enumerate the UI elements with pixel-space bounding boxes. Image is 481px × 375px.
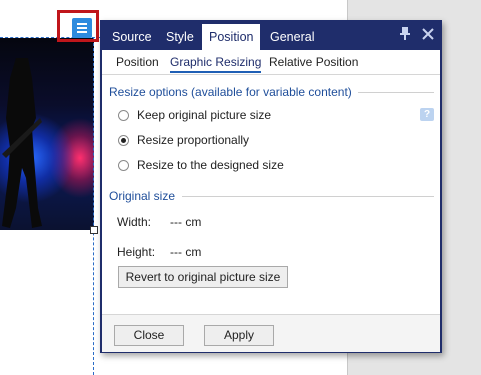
- revert-original-size-button[interactable]: Revert to original picture size: [118, 266, 288, 288]
- guitarist-silhouette: [2, 58, 42, 228]
- radio-resize-designed[interactable]: Resize to the designed size: [118, 156, 284, 174]
- resize-handle[interactable]: [90, 226, 98, 234]
- tab-position[interactable]: Position: [202, 24, 261, 50]
- original-size-title: Original size: [109, 189, 176, 203]
- concert-photo[interactable]: [0, 38, 94, 230]
- radio-button-selected[interactable]: [118, 134, 129, 146]
- radio-label: Keep original picture size: [137, 108, 272, 122]
- height-value: --- cm: [170, 245, 202, 259]
- sub-tab-bar: Position Graphic Resizing Relative Posit…: [102, 50, 440, 75]
- main-tab-bar: Source Style Position General: [102, 22, 440, 50]
- resize-options-title: Resize options (available for variable c…: [109, 85, 352, 99]
- apply-button[interactable]: Apply: [204, 325, 274, 346]
- tab-style[interactable]: Style: [159, 24, 201, 50]
- subtab-graphic-resizing[interactable]: Graphic Resizing: [170, 54, 262, 73]
- properties-menu-button[interactable]: [72, 18, 92, 38]
- tab-source[interactable]: Source: [105, 24, 159, 50]
- dialog-footer: Close Apply: [102, 314, 440, 352]
- selection-border-right: [93, 38, 94, 375]
- subtab-position[interactable]: Position: [116, 54, 159, 70]
- subtab-relative-position[interactable]: Relative Position: [269, 54, 358, 70]
- radio-button[interactable]: [118, 109, 129, 121]
- radio-keep-original[interactable]: Keep original picture size: [118, 106, 271, 124]
- tab-general[interactable]: General: [263, 24, 321, 50]
- radio-label: Resize proportionally: [137, 133, 250, 147]
- properties-button-highlight: [57, 10, 99, 42]
- hamburger-menu-icon: [77, 23, 87, 33]
- width-value: --- cm: [170, 215, 202, 229]
- height-label: Height:: [117, 245, 156, 259]
- close-button[interactable]: Close: [114, 325, 184, 346]
- properties-dialog: Source Style Position General Position G…: [100, 20, 442, 353]
- section-divider: [358, 92, 434, 93]
- help-icon[interactable]: ?: [420, 108, 434, 121]
- section-divider: [182, 196, 434, 197]
- pin-icon[interactable]: [400, 26, 410, 44]
- radio-label: Resize to the designed size: [137, 158, 284, 172]
- width-label: Width:: [117, 215, 152, 229]
- close-icon[interactable]: [422, 26, 434, 44]
- radio-resize-proportionally[interactable]: Resize proportionally: [118, 131, 249, 149]
- radio-button[interactable]: [118, 159, 129, 171]
